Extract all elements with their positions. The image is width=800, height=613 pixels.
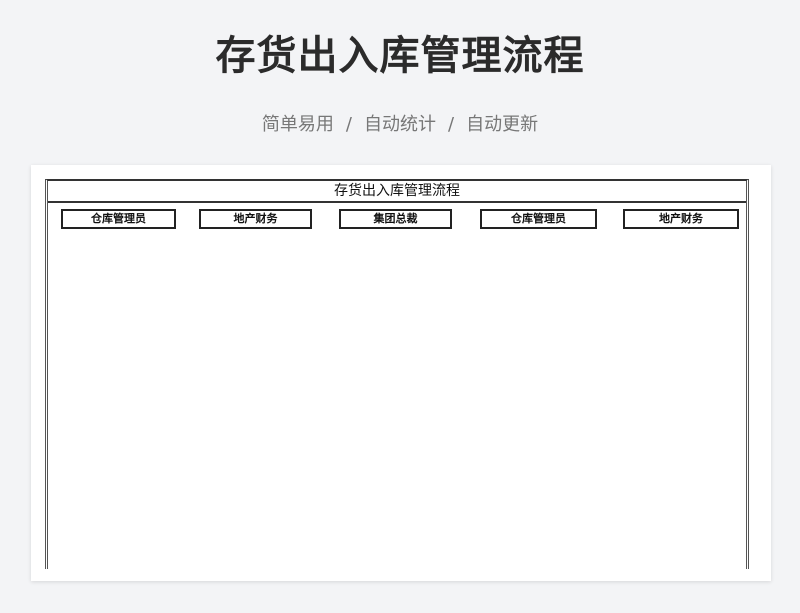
flowchart-sheet: 存货出入库管理流程 仓库管理员 地产财务 集团总裁 仓库管理员 地产财务 (31, 165, 771, 581)
subtitle-item: 简单易用 (261, 114, 334, 135)
flowchart-title: 存货出入库管理流程 (48, 181, 746, 203)
page-title: 存货出入库管理流程 (215, 33, 585, 79)
subtitle-separator: / (345, 114, 352, 135)
lane-header-property-finance: 地产财务 (623, 209, 739, 229)
subtitle-item: 自动统计 (364, 114, 436, 135)
subtitle-separator: / (448, 114, 455, 135)
subtitle: 简单易用 / 自动统计 / 自动更新 (0, 112, 800, 138)
lane-header-group-president: 集团总裁 (339, 209, 452, 229)
subtitle-item: 自动更新 (466, 114, 539, 135)
lane-header-warehouse-keeper: 仓库管理员 (480, 209, 597, 229)
lane-header-property-finance: 地产财务 (199, 209, 312, 229)
lane-header-warehouse-keeper: 仓库管理员 (61, 209, 176, 229)
flowchart-frame: 存货出入库管理流程 仓库管理员 地产财务 集团总裁 仓库管理员 地产财务 (45, 179, 749, 569)
